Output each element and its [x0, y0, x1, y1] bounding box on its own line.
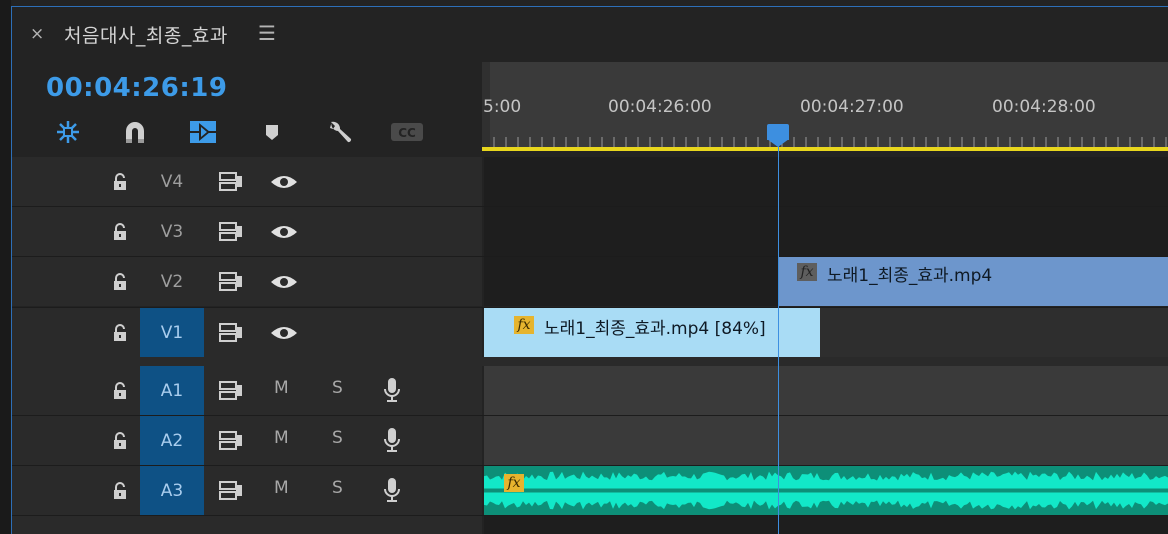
- track-header-v3: V3: [12, 207, 482, 256]
- sequence-tab-title[interactable]: 처음대사_최종_효과: [64, 21, 228, 48]
- voice-over-record-icon[interactable]: [382, 476, 402, 504]
- track-output-eye-icon[interactable]: [270, 223, 298, 241]
- track-separator: [12, 515, 1168, 516]
- track-output-eye-icon[interactable]: [270, 324, 298, 342]
- track-header-v2: V2: [12, 257, 482, 306]
- fx-badge-icon: fx: [797, 263, 817, 281]
- track-header-a2: A2 M S: [12, 416, 482, 465]
- playhead-handle-tip: [767, 139, 789, 147]
- mute-track-button[interactable]: M: [274, 428, 289, 448]
- voice-over-record-icon[interactable]: [382, 426, 402, 454]
- track-lock-icon[interactable]: [110, 323, 130, 343]
- track-lane-v4[interactable]: [484, 157, 1168, 206]
- track-output-eye-icon[interactable]: [270, 273, 298, 291]
- sync-lock-icon[interactable]: [218, 480, 244, 502]
- solo-track-button[interactable]: S: [332, 378, 343, 398]
- video-audio-divider[interactable]: [12, 357, 1168, 366]
- track-header-a1: A1 M S: [12, 366, 482, 415]
- track-header-a3: A3 M S: [12, 466, 482, 515]
- track-lock-icon[interactable]: [110, 222, 130, 242]
- track-lane-a1[interactable]: [484, 366, 1168, 415]
- video-clip-v2[interactable]: fx 노래1_최종_효과.mp4: [779, 257, 1168, 306]
- ruler-label: 00:04:28:00: [992, 97, 1096, 117]
- sync-lock-icon[interactable]: [218, 221, 244, 243]
- track-header-v4: V4: [12, 157, 482, 206]
- panel-gutter: [0, 0, 11, 534]
- nest-sequence-icon[interactable]: [51, 116, 85, 148]
- panel-menu-icon[interactable]: ☰: [258, 21, 276, 45]
- captions-cc-icon[interactable]: CC: [390, 116, 424, 148]
- snap-magnet-icon[interactable]: [118, 116, 152, 148]
- work-area-bar[interactable]: [482, 147, 1168, 151]
- playhead-handle[interactable]: [767, 124, 789, 140]
- clip-name: 노래1_최종_효과.mp4 [84%]: [544, 319, 766, 339]
- fx-badge-icon: fx: [514, 316, 534, 334]
- sync-lock-icon[interactable]: [218, 430, 244, 452]
- track-header-a4-partial: [12, 516, 482, 534]
- ruler-label: 00:04:26:00: [608, 97, 712, 117]
- ruler-label: 5:00: [483, 97, 522, 117]
- track-lock-icon[interactable]: [110, 172, 130, 192]
- track-name-v4[interactable]: V4: [140, 157, 204, 206]
- track-name-v1[interactable]: V1: [140, 308, 204, 357]
- panel-tab-bar: × 처음대사_최종_효과 ☰: [12, 7, 1168, 62]
- track-lane-a4-partial[interactable]: [484, 516, 1168, 534]
- svg-text:CC: CC: [398, 126, 416, 140]
- track-name-v3[interactable]: V3: [140, 207, 204, 256]
- track-separator: [12, 206, 1168, 207]
- sync-lock-icon[interactable]: [218, 271, 244, 293]
- video-clip-v1[interactable]: fx 노래1_최종_효과.mp4 [84%]: [484, 308, 820, 357]
- track-lock-icon[interactable]: [110, 481, 130, 501]
- sync-lock-icon[interactable]: [218, 171, 244, 193]
- track-lock-icon[interactable]: [110, 272, 130, 292]
- track-lane-a2[interactable]: [484, 416, 1168, 465]
- audio-clip-a3[interactable]: fx: [484, 466, 1168, 515]
- track-name-a1[interactable]: A1: [140, 366, 204, 415]
- solo-track-button[interactable]: S: [332, 478, 343, 498]
- waveform-centerline: [484, 488, 1168, 493]
- track-lane-v3[interactable]: [484, 207, 1168, 256]
- track-header-v1: V1: [12, 308, 482, 357]
- timeline-panel: × 처음대사_최종_효과 ☰ 00:04:26:19 CC 5:00 00:04…: [0, 0, 1168, 534]
- track-output-eye-icon[interactable]: [270, 173, 298, 191]
- clip-name: 노래1_최종_효과.mp4: [827, 266, 993, 286]
- ruler-label: 00:04:27:00: [800, 97, 904, 117]
- close-tab-icon[interactable]: ×: [30, 24, 44, 44]
- mute-track-button[interactable]: M: [274, 478, 289, 498]
- track-separator: [12, 415, 1168, 416]
- mute-track-button[interactable]: M: [274, 378, 289, 398]
- track-name-v2[interactable]: V2: [140, 257, 204, 306]
- track-lock-icon[interactable]: [110, 431, 130, 451]
- audio-waveform: [484, 471, 1168, 510]
- linked-selection-icon[interactable]: [186, 116, 220, 148]
- sync-lock-icon[interactable]: [218, 380, 244, 402]
- track-name-a3[interactable]: A3: [140, 466, 204, 515]
- track-name-a2[interactable]: A2: [140, 416, 204, 465]
- playhead-line[interactable]: [778, 127, 779, 534]
- fx-badge-icon: fx: [504, 474, 524, 492]
- wrench-settings-icon[interactable]: [323, 116, 357, 148]
- voice-over-record-icon[interactable]: [382, 376, 402, 404]
- add-marker-icon[interactable]: [255, 116, 289, 148]
- sync-lock-icon[interactable]: [218, 322, 244, 344]
- solo-track-button[interactable]: S: [332, 428, 343, 448]
- playhead-timecode[interactable]: 00:04:26:19: [46, 73, 227, 103]
- track-lock-icon[interactable]: [110, 381, 130, 401]
